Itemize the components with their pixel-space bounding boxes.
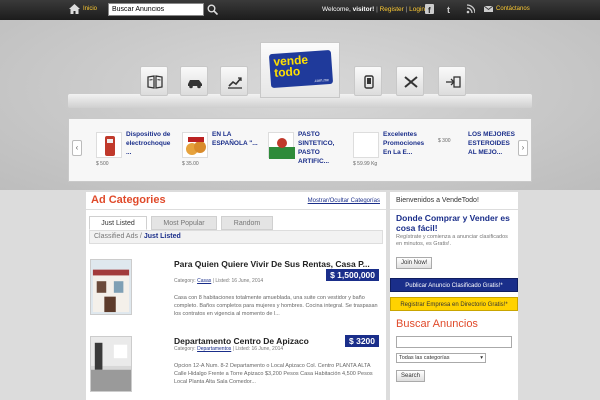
tab-just-listed[interactable]: Just Listed — [89, 216, 147, 230]
search-button[interactable]: Search — [396, 370, 426, 382]
carousel-item[interactable]: EN LA ESPAÑOLA "... $ 35.00 — [182, 128, 262, 170]
listing-date: | Listed: 16 June, 2014 — [212, 278, 264, 284]
carousel-title[interactable]: LOS MEJORES ESTEROIDES AL MEJO... — [468, 130, 516, 157]
carousel-title[interactable]: EN LA ESPAÑOLA "... — [212, 130, 260, 148]
toggle-categories-link[interactable]: Mostrar/Ocultar Categorías — [308, 198, 380, 204]
main-content: Ad Categories Mostrar/Ocultar Categorías… — [86, 192, 386, 400]
carousel-item[interactable]: Excelentes Promociones En La E... $ 59.9… — [353, 128, 433, 170]
search-input[interactable] — [108, 3, 204, 16]
top-bar: Inicio Welcome, visitor! | Register | Lo… — [0, 0, 600, 20]
book-icon — [147, 75, 163, 89]
listing-meta: Category: Casas | Listed: 16 June, 2014 — [174, 278, 263, 284]
category-cube-finance[interactable] — [220, 66, 248, 96]
category-select-value: Todas las categorías — [399, 355, 450, 361]
logo-line2: todo — [273, 64, 301, 80]
join-now-button[interactable]: Join Now! — [396, 257, 433, 269]
chart-icon — [228, 77, 242, 89]
login-link[interactable]: Login — [409, 6, 425, 13]
listing-meta: Category: Departamentos | Listed: 16 Jun… — [174, 346, 283, 352]
rss-icon[interactable] — [466, 4, 475, 14]
sidebar-paragraph: Regístrate y comienza a anunciar clasifi… — [396, 234, 508, 247]
logo-domain: .com.mx — [313, 77, 329, 84]
category-cube-services[interactable] — [396, 66, 424, 96]
carousel-next-button[interactable]: › — [518, 140, 528, 156]
listing-photo[interactable] — [90, 259, 132, 315]
carousel-item[interactable]: Dispositivo de electrochoque ... $ 500 — [96, 128, 176, 170]
carousel-item[interactable]: LOS MEJORES ESTEROIDES AL MEJO... $ 300 — [438, 128, 518, 170]
register-link[interactable]: Register — [380, 6, 404, 13]
carousel-prev-button[interactable]: ‹ — [72, 140, 82, 156]
svg-text:t: t — [447, 5, 450, 14]
chevron-down-icon: ▾ — [480, 355, 483, 361]
carousel-item[interactable]: PASTO SINTETICO, PASTO ARTIFIC... — [268, 128, 348, 170]
listing-title[interactable]: Para Quien Quiere Vivir De Sus Rentas, C… — [174, 259, 370, 269]
carousel-thumb[interactable] — [182, 132, 208, 158]
page-title: Ad Categories — [91, 194, 166, 206]
home-link[interactable]: Inicio — [83, 6, 97, 12]
publish-ad-button[interactable]: Publicar Anuncio Clasificado Gratis!* — [390, 278, 518, 292]
mail-icon[interactable] — [484, 4, 493, 14]
listing-price: $ 1,500,000 — [326, 269, 379, 281]
tab-random[interactable]: Random — [221, 216, 273, 230]
category-cube-login[interactable] — [438, 66, 466, 96]
welcome-user: visitor! — [352, 6, 375, 13]
carousel-thumb[interactable] — [268, 132, 295, 159]
sign-in-icon — [446, 76, 461, 88]
listing-title[interactable]: Departamento Centro De Apizaco — [174, 336, 309, 346]
car-icon — [188, 80, 202, 89]
category-cube-cars[interactable] — [180, 66, 208, 96]
listing-item[interactable]: Para Quien Quiere Vivir De Sus Rentas, C… — [89, 258, 383, 330]
sidebar-search: Buscar Anuncios Todas las categorías ▾ S… — [390, 316, 518, 400]
svg-text:f: f — [428, 6, 431, 14]
sidebar-welcome: Bienvenidos a VendeTodo! — [390, 192, 518, 210]
category-label: Category: — [174, 278, 196, 284]
facebook-icon[interactable]: f — [425, 4, 434, 14]
sidebar-search-input[interactable] — [396, 336, 512, 348]
twitter-icon[interactable]: t — [446, 4, 455, 14]
home-icon[interactable] — [69, 4, 80, 14]
site-logo[interactable]: vende todo .com.mx — [260, 42, 340, 98]
tab-most-popular[interactable]: Most Popular — [151, 216, 217, 230]
carousel-price: $ 59.99 Kg — [353, 161, 378, 167]
listing-description: Casa con 8 habitaciones totalmente amueb… — [174, 295, 378, 317]
listing-category-link[interactable]: Casas — [197, 278, 211, 284]
main-header: Ad Categories Mostrar/Ocultar Categorías — [86, 192, 386, 210]
breadcrumb: Classified Ads / Just Listed — [89, 230, 383, 244]
category-cube-phones[interactable] — [354, 66, 382, 96]
category-cube-books[interactable] — [140, 66, 168, 96]
listing-price: $ 3200 — [345, 335, 379, 347]
carousel-price: $ 300 — [438, 138, 451, 144]
search-icon[interactable] — [207, 4, 218, 15]
tools-icon — [404, 76, 418, 88]
listing-date: | Listed: 16 June, 2014 — [232, 346, 284, 352]
listing-item[interactable]: Departamento Centro De Apizaco $ 3200 Ca… — [89, 335, 383, 400]
carousel-thumb[interactable] — [96, 132, 122, 158]
sidebar-search-title: Buscar Anuncios — [396, 318, 478, 330]
carousel-title[interactable]: Excelentes Promociones En La E... — [383, 130, 431, 157]
carousel-price: $ 500 — [96, 161, 109, 167]
listing-category-link[interactable]: Departamentos — [197, 346, 231, 352]
contact-link[interactable]: Contáctanos — [496, 6, 530, 12]
phone-icon — [364, 75, 374, 89]
category-label: Category: — [174, 346, 196, 352]
logo-tag: vende todo .com.mx — [268, 49, 334, 89]
register-company-button[interactable]: Registrar Empresa en Directorio Gratis!* — [390, 297, 518, 311]
category-select[interactable]: Todas las categorías ▾ — [396, 353, 486, 363]
carousel-title[interactable]: Dispositivo de electrochoque ... — [126, 130, 174, 157]
carousel-price: $ 35.00 — [182, 161, 199, 167]
listing-photo[interactable] — [90, 336, 132, 392]
welcome-text: Welcome, visitor! | Register | Login | — [322, 6, 429, 13]
breadcrumb-root[interactable]: Classified Ads — [94, 233, 138, 240]
welcome-label: Welcome, — [322, 6, 351, 13]
sidebar-headline: Donde Comprar y Vender es cosa fácil! — [396, 213, 510, 233]
carousel-title[interactable]: PASTO SINTETICO, PASTO ARTIFIC... — [298, 130, 346, 166]
logo-text: vende todo — [273, 53, 309, 80]
listing-description: Opcion 12-A Num. 8-2 Departamento o Loca… — [174, 363, 373, 385]
breadcrumb-current: Just Listed — [143, 233, 181, 240]
carousel-thumb[interactable] — [438, 132, 464, 158]
carousel-thumb[interactable] — [353, 132, 379, 158]
